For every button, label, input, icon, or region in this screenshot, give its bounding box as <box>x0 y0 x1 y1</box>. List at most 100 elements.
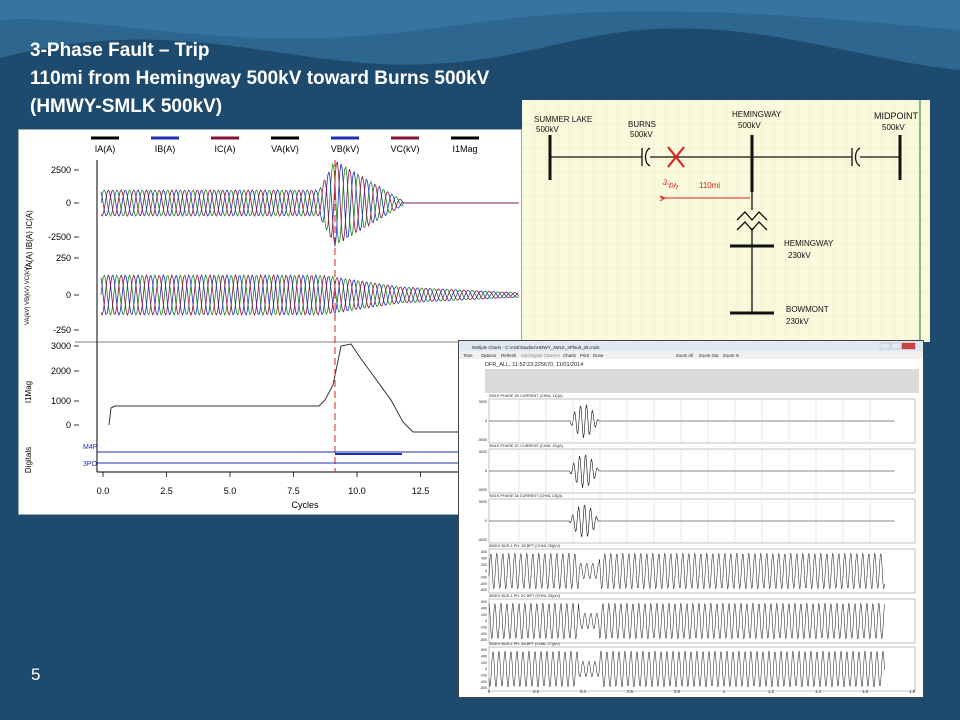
record-header: DFR_ALL, 11:52:23.225670, 11/01/2014 <box>485 362 583 368</box>
bus-hemingway-230: HEMINGWAY <box>784 239 834 248</box>
current-axis-label: IA(A) IB(A) IC(A) <box>25 210 34 270</box>
voltage-tick-2: -250 <box>53 325 71 335</box>
menu-zoom-out[interactable]: Zoom Out <box>699 353 719 358</box>
voltage-tick-1: 0 <box>66 290 71 300</box>
mag-axis-label: I1Mag <box>24 381 33 403</box>
x-axis-ticks: 0.0 2.5 5.0 7.5 10.0 12.5 <box>97 472 429 496</box>
menu-charts[interactable]: Charts <box>563 353 577 358</box>
record-header-band <box>485 369 919 393</box>
window-controls <box>879 342 916 350</box>
legend-entry: IB(A) <box>155 144 176 154</box>
window-chart-frame <box>488 598 916 644</box>
menu-zoom-in[interactable]: Zoom In <box>723 353 740 358</box>
legend-entry: I1Mag <box>452 144 477 154</box>
window-x-tick: 1.2 <box>768 689 774 694</box>
x-axis-label: Cycles <box>291 500 319 510</box>
window-chart-label: SMLK PHASE 2C CURRENT (CHNL 15)(A) <box>489 444 564 448</box>
menu-print[interactable]: Print <box>580 353 590 358</box>
current-tick-1: 0 <box>66 198 71 208</box>
window-chart-tick: 400 <box>481 655 487 659</box>
legend-entry: IA(A) <box>95 144 116 154</box>
close-button[interactable] <box>901 342 916 350</box>
digital-channel-3po: 3PO <box>83 461 98 468</box>
legend-entry: VC(kV) <box>391 144 420 154</box>
window-chart-tick: -5000 <box>478 438 487 442</box>
window-chart-tick: 5000 <box>479 400 487 404</box>
current-phase-trace <box>100 163 519 247</box>
mag-tick-0: 3000 <box>51 341 71 351</box>
bus-midpoint-kv: 500kV <box>882 123 905 132</box>
one-line-sketch: SUMMER LAKE 500kV BURNS 500kV HEMINGWAY … <box>521 99 931 342</box>
oscillography-panel: IA(A) IB(A) IC(A) VA(kV) VB(kV) VC(kV) I1Mag I… <box>18 129 522 515</box>
menu-done[interactable]: Done <box>593 353 604 358</box>
one-line-diagram: SUMMER LAKE 500kV BURNS 500kV HEMINGWAY … <box>521 99 931 342</box>
mag-tick-2: 1000 <box>51 396 71 406</box>
window-chart-label: SMLK PHASE 3A CURRENT (CHNL 13)(A) <box>489 494 563 498</box>
window-chart-tick: 5000 <box>479 450 487 454</box>
window-chart-tick: -200 <box>480 626 487 630</box>
window-chart-tick: -600 <box>480 588 487 592</box>
window-chart-tick: 0 <box>485 569 487 573</box>
title-line-1: 3-Phase Fault – Trip <box>30 40 210 61</box>
window-chart-label: 500KV BUS-1 PH. 3A BPT (CHNL 27)(kV) <box>489 642 561 646</box>
menu-time[interactable]: Time <box>463 353 473 358</box>
window-title: Multiple Charts - C:\ASE\Studies\HMWY_SM… <box>472 345 600 350</box>
window-chart-tick: -200 <box>480 674 487 678</box>
window-chart-tick: 600 <box>481 600 487 604</box>
bus-summer-lake: SUMMER LAKE <box>534 115 592 124</box>
window-chart-tick: 0 <box>485 619 487 623</box>
x-tick-label: 7.5 <box>287 486 300 496</box>
x-tick-label: 10.0 <box>348 486 366 496</box>
window-chart-tick: 200 <box>481 563 487 567</box>
window-chart-tick: 200 <box>481 613 487 617</box>
bus-summer-lake-kv: 500kV <box>536 125 559 134</box>
voltage-tick-0: 250 <box>56 253 71 263</box>
window-chart-tick: 600 <box>481 550 487 554</box>
menu-options[interactable]: Options <box>481 353 497 358</box>
page-number: 5 <box>31 665 41 684</box>
distance-label: 110mi <box>699 181 720 190</box>
x-tick-label: 2.5 <box>160 486 173 496</box>
oscillography-chart: IA(A) IB(A) IC(A) VA(kV) VB(kV) VC(kV) I1Mag I… <box>24 136 519 510</box>
voltage-waveforms <box>100 273 519 317</box>
window-chart-tick: -5000 <box>478 538 487 542</box>
minimize-button[interactable] <box>879 342 891 350</box>
slide-title: 3-Phase Fault – Trip 110mi from Hemingwa… <box>30 37 489 121</box>
menu-zoom-all[interactable]: Zoom All <box>676 353 693 358</box>
title-line-3: (HMWY-SMLK 500kV) <box>30 96 223 117</box>
window-chart-frame <box>488 646 916 692</box>
current-waveforms <box>100 161 519 247</box>
chart-legend: IA(A) IB(A) IC(A) VA(kV) VB(kV) VC(kV) I1Mag <box>91 136 479 154</box>
window-chart-tick: 600 <box>481 648 487 652</box>
bus-bowmont: BOWMONT <box>786 305 829 314</box>
current-tick-0: 2500 <box>51 165 71 175</box>
current-phase-trace <box>100 161 519 242</box>
bus-hemingway-230-kv: 230kV <box>788 251 811 260</box>
digital-channel-m4p: M4P <box>83 444 98 451</box>
x-tick-label: 0.0 <box>97 486 110 496</box>
title-line-2: 110mi from Hemingway 500kV toward Burns … <box>30 68 490 89</box>
window-x-tick: 0.4 <box>580 689 586 694</box>
mag-tick-3: 0 <box>66 420 71 430</box>
maximize-button[interactable] <box>890 342 902 350</box>
window-chart-tick: 5000 <box>479 500 487 504</box>
window-chart-label: 500KV BUS-1 PH. 2C BPT (CHNL 26)(kV) <box>489 594 561 598</box>
window-x-tick: 1.8 <box>909 689 915 694</box>
window-chart-tick: -600 <box>480 686 487 690</box>
menu-refresh[interactable]: Refresh <box>501 353 517 358</box>
bus-burns: BURNS <box>628 120 656 129</box>
window-chart-tick: -200 <box>480 576 487 580</box>
bus-midpoint: MIDPOINT <box>874 111 919 121</box>
window-chart-tick: 200 <box>481 661 487 665</box>
window-x-tick: 0.6 <box>627 689 633 694</box>
window-x-tick: 0.8 <box>674 689 680 694</box>
window-chart-tick: 0 <box>485 667 487 671</box>
bus-bowmont-kv: 230kV <box>786 317 809 326</box>
window-chart-label: 500KV BUS-1 PH. 1B BPT (CHNL 25)(kV) <box>489 544 561 548</box>
bus-hemingway-500: HEMINGWAY <box>732 110 782 119</box>
window-chart-tick: 0 <box>485 469 487 473</box>
menu-add-digital-channel[interactable]: Add Digital Channel <box>521 353 560 358</box>
window-chart-tick: -600 <box>480 638 487 642</box>
current-tick-2: -2500 <box>48 232 71 242</box>
digitals-axis-label: Digitals <box>24 447 33 473</box>
